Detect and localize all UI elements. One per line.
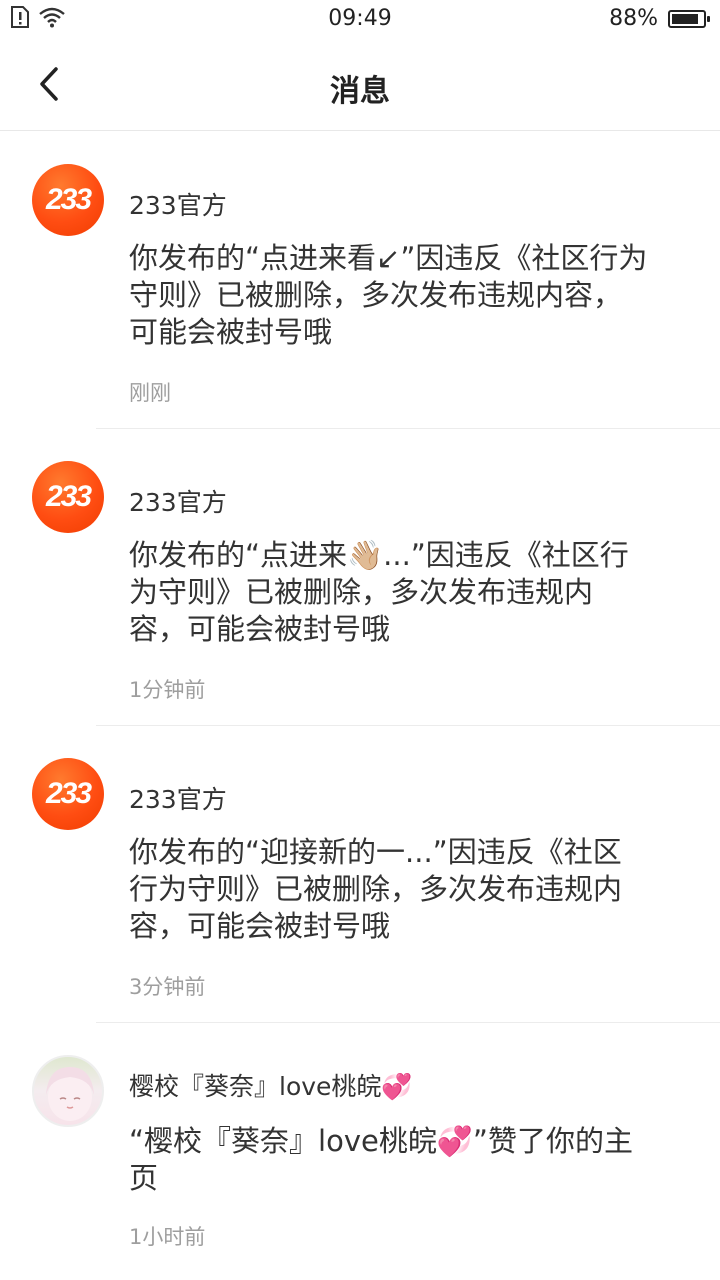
battery-icon — [668, 9, 710, 28]
message-item[interactable]: 233 233官方 你发布的“点进来看↙”因违反《社区行为守则》已被删除，多次发… — [0, 132, 720, 429]
message-time: 3分钟前 — [129, 975, 206, 999]
avatar[interactable]: 233 — [32, 758, 104, 830]
status-bar: 09:49 88% — [0, 0, 720, 40]
avatar[interactable] — [32, 1055, 104, 1127]
avatar[interactable]: 233 — [32, 461, 104, 533]
avatar[interactable]: 233 — [32, 164, 104, 236]
battery-percent: 88% — [609, 6, 658, 31]
message-item[interactable]: 233 233官方 你发布的“点进来👋🏼...”因违反《社区行为守则》已被删除，… — [0, 429, 720, 726]
sender-name: 233官方 — [129, 488, 227, 517]
sender-name: 233官方 — [129, 785, 227, 814]
message-item[interactable]: 樱校『葵奈』love桃皖💞 “樱校『葵奈』love桃皖💞”赞了你的主页 1小时前 — [0, 1023, 720, 1280]
message-text: 你发布的“点进来👋🏼...”因违反《社区行为守则》已被删除，多次发布违规内容，可… — [129, 538, 629, 646]
message-text: 你发布的“点进来看↙”因违反《社区行为守则》已被删除，多次发布违规内容，可能会被… — [129, 241, 648, 349]
message-time: 1分钟前 — [129, 678, 206, 702]
avatar-logo-text: 233 — [45, 183, 92, 216]
sender-name: 樱校『葵奈』love桃皖💞 — [129, 1072, 413, 1101]
avatar-logo-text: 233 — [45, 480, 92, 513]
message-item[interactable]: 233 233官方 你发布的“迎接新的一...”因违反《社区行为守则》已被删除，… — [0, 726, 720, 1023]
nav-header: 消息 — [0, 40, 720, 131]
sender-name: 233官方 — [129, 191, 227, 220]
message-list: 233 233官方 你发布的“点进来看↙”因违反《社区行为守则》已被删除，多次发… — [0, 132, 720, 1280]
message-text: “樱校『葵奈』love桃皖💞”赞了你的主页 — [129, 1124, 633, 1195]
anime-avatar-image — [46, 1067, 94, 1121]
battery-level — [672, 13, 699, 24]
status-icons-right: 88% — [609, 6, 710, 31]
message-time: 刚刚 — [129, 381, 171, 405]
message-time: 1小时前 — [129, 1225, 206, 1249]
avatar-logo-text: 233 — [45, 777, 92, 810]
message-text: 你发布的“迎接新的一...”因违反《社区行为守则》已被删除，多次发布违规内容，可… — [129, 835, 623, 943]
page-title: 消息 — [330, 74, 390, 109]
